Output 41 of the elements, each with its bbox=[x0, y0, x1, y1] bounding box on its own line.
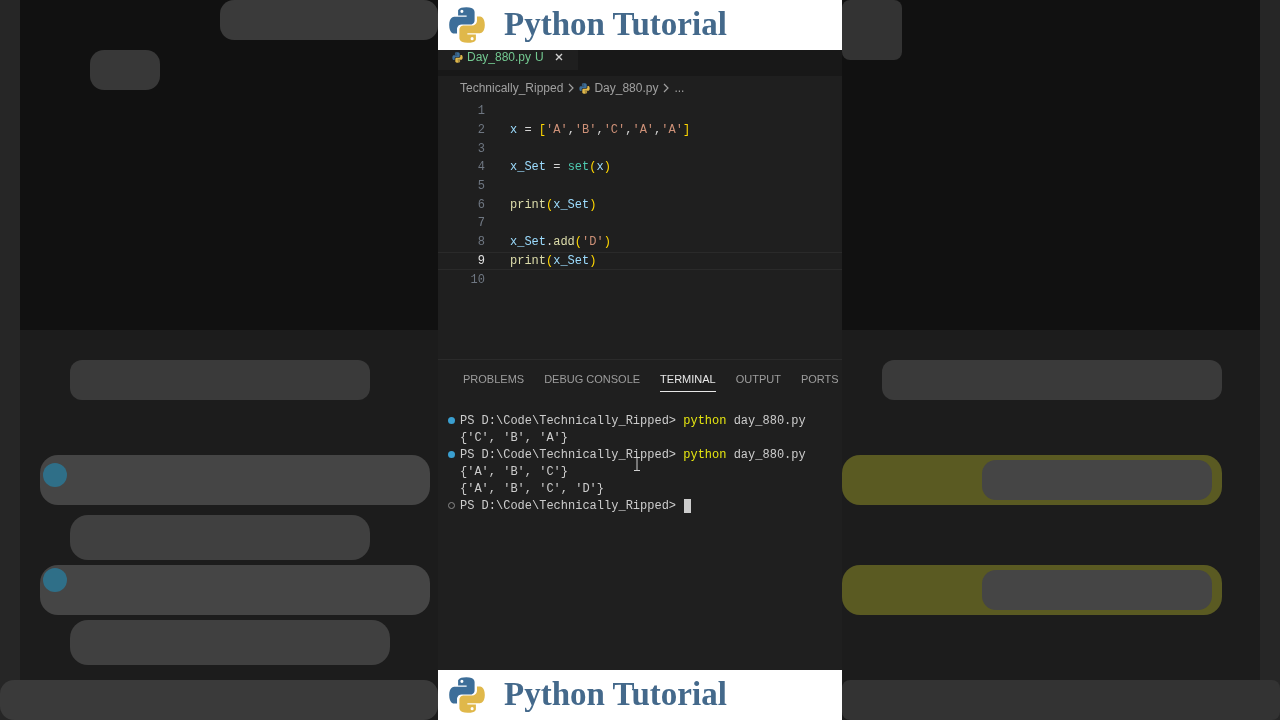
breadcrumb-item[interactable]: ... bbox=[674, 79, 685, 97]
line-number: 5 bbox=[476, 178, 485, 196]
editor-tab[interactable]: Day_880.py U bbox=[438, 50, 578, 70]
banner-title: Python Tutorial bbox=[504, 5, 727, 45]
breadcrumb-item[interactable]: Day_880.py bbox=[594, 79, 659, 97]
line-number: 4 bbox=[476, 159, 485, 177]
panel-tab[interactable]: TERMINAL bbox=[660, 368, 716, 392]
code-line: print(x_Set) bbox=[510, 196, 597, 214]
panel-tab[interactable]: PROBLEMS bbox=[463, 368, 525, 392]
code-line: x_Set.add('D') bbox=[510, 234, 611, 252]
close-icon bbox=[553, 52, 564, 62]
breadcrumb-item[interactable]: Technically_Ripped bbox=[460, 79, 564, 97]
chevron-right-icon bbox=[662, 83, 671, 93]
terminal-line: PS D:\Code\Technically_Ripped> python day_880.py bbox=[460, 412, 806, 430]
code-line: print(x_Set) bbox=[510, 252, 597, 270]
python-file-icon bbox=[579, 82, 591, 94]
line-number: 2 bbox=[476, 122, 485, 140]
line-number: 1 bbox=[476, 103, 485, 121]
terminal-line: PS D:\Code\Technically_Ripped> bbox=[460, 497, 677, 515]
python-logo-icon bbox=[448, 6, 486, 44]
line-number: 6 bbox=[476, 196, 485, 214]
terminal-line: {'C', 'B', 'A'} bbox=[460, 429, 569, 447]
line-number: 9 bbox=[476, 252, 485, 270]
python-file-icon bbox=[452, 51, 463, 63]
line-number: 7 bbox=[476, 215, 485, 233]
line-number: 8 bbox=[476, 234, 485, 252]
python-logo-icon bbox=[448, 676, 486, 714]
banner-title: Python Tutorial bbox=[504, 675, 727, 715]
panel-tab[interactable]: PORTS bbox=[800, 368, 839, 392]
terminal-line: PS D:\Code\Technically_Ripped> python day_880.py bbox=[460, 446, 806, 464]
code-line: x_Set = set(x) bbox=[510, 159, 611, 177]
terminal-line: {'A', 'B', 'C', 'D'} bbox=[460, 480, 605, 498]
chevron-right-icon bbox=[567, 83, 576, 93]
code-line: x = ['A','B','C','A','A'] bbox=[510, 122, 691, 140]
tab-filename: Day_880.py bbox=[467, 50, 532, 66]
panel-tab[interactable]: OUTPUT bbox=[735, 368, 781, 392]
panel-tab[interactable]: DEBUG CONSOLE bbox=[544, 368, 641, 392]
line-number: 10 bbox=[469, 271, 485, 289]
terminal-line: {'A', 'B', 'C'} bbox=[460, 463, 569, 481]
modified-marker: U bbox=[535, 50, 544, 66]
line-number: 3 bbox=[476, 140, 485, 158]
